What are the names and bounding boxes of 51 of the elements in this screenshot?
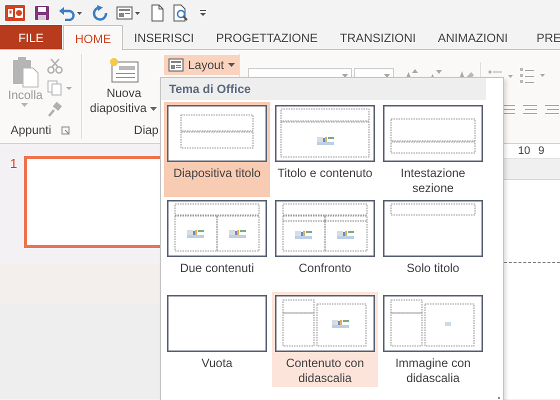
layout-button[interactable]: Layout <box>164 55 239 75</box>
print-preview-icon[interactable] <box>172 4 190 22</box>
dialog-launcher-icon <box>61 126 70 134</box>
layout-option[interactable]: Solo titolo <box>380 197 486 292</box>
slide-number: 1 <box>10 156 18 173</box>
gallery-header: Tema di Office <box>161 78 486 100</box>
group-label: Diap <box>134 123 159 137</box>
layout-option[interactable]: Confronto <box>272 197 378 292</box>
caret-icon <box>150 106 158 112</box>
layout-option[interactable]: Due contenuti <box>164 197 270 292</box>
layout-thumbnail-icon <box>383 105 483 162</box>
layout-thumbnail-icon <box>383 200 483 257</box>
layout-option[interactable]: Diapositiva titolo <box>164 102 270 197</box>
layout-thumbnail-icon <box>275 105 375 162</box>
layout-option[interactable]: Immagine con didascalia <box>380 292 486 387</box>
ruler-number: 9 <box>538 145 544 157</box>
ribbon-tab[interactable]: ANIMAZIONI <box>426 25 519 49</box>
ribbon-tab[interactable]: HOME <box>63 25 123 51</box>
layout-thumbnail-icon <box>167 295 267 352</box>
align-icon <box>522 104 538 116</box>
caret-icon <box>21 103 30 109</box>
layout-option[interactable]: Titolo e contenuto <box>272 102 378 197</box>
scissors-icon <box>46 58 63 74</box>
layout-menu-icon[interactable] <box>116 4 142 20</box>
file-tab[interactable]: FILE <box>0 25 62 49</box>
new-slide-button[interactable]: Nuova diapositiva <box>86 54 162 121</box>
layout-thumbnail-icon <box>275 200 375 257</box>
align-icon <box>544 104 560 116</box>
ruler-number: 10 <box>518 145 530 157</box>
layout-thumbnail-icon <box>383 295 483 352</box>
ribbon-tab[interactable]: PROGETTAZIONE <box>205 25 329 49</box>
layout-option[interactable]: Contenuto con didascalia <box>272 292 378 387</box>
placeholder-border <box>504 262 560 263</box>
save-icon[interactable] <box>34 4 50 20</box>
layout-thumbnail-icon <box>167 200 267 257</box>
ribbon-tab[interactable]: INSERISCI <box>123 25 206 49</box>
layout-option[interactable]: Vuota <box>164 292 270 387</box>
group-label: Appunti <box>10 123 52 137</box>
undo-icon[interactable] <box>58 4 84 20</box>
new-document-icon[interactable] <box>150 4 164 22</box>
layout-option[interactable]: Intestazione sezione <box>380 102 486 197</box>
layout-thumbnail-icon <box>167 105 267 162</box>
ribbon-tab[interactable]: TRANSIZIONI <box>328 25 427 49</box>
redo-icon[interactable] <box>92 4 108 20</box>
copy-icon <box>46 80 73 96</box>
format-painter-icon <box>46 102 63 118</box>
layout-thumbnail-icon <box>275 295 375 352</box>
clipboard-icon <box>10 56 40 88</box>
layout-icon <box>168 58 184 72</box>
caret-icon <box>228 62 235 68</box>
app-logo-icon[interactable] <box>4 2 26 22</box>
